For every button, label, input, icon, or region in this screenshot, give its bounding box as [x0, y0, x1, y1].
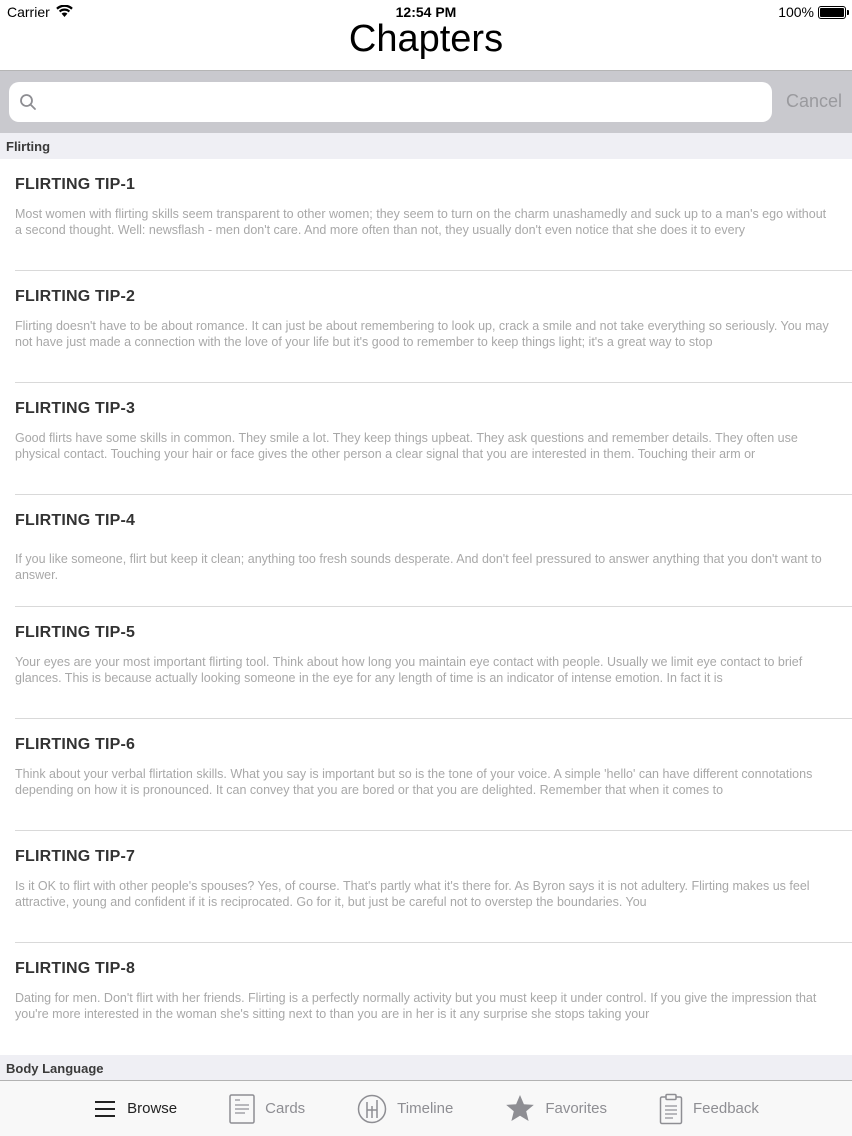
tab-label: Timeline — [397, 1100, 454, 1117]
list-item[interactable]: FLIRTING TIP-1 Most women with flirting … — [0, 159, 852, 271]
list-item[interactable]: FLIRTING TIP-5 Your eyes are your most i… — [0, 607, 852, 719]
navigation-bar: Chapters — [0, 18, 852, 71]
card-icon — [229, 1093, 255, 1124]
tab-bar: Browse Cards Timeline Favorites Feedback — [0, 1080, 852, 1136]
item-title: FLIRTING TIP-5 — [15, 624, 136, 641]
tab-timeline[interactable]: Timeline — [331, 1081, 479, 1136]
cancel-button[interactable]: Cancel — [786, 91, 842, 112]
list-item[interactable]: FLIRTING TIP-7 Is it OK to flirt with ot… — [0, 831, 852, 943]
tab-label: Favorites — [545, 1100, 607, 1117]
item-title: FLIRTING TIP-4 — [15, 512, 136, 529]
list-item[interactable]: FLIRTING TIP-4 If you like someone, flir… — [0, 495, 852, 607]
tab-browse[interactable]: Browse — [67, 1081, 203, 1136]
search-bar: Cancel — [0, 71, 852, 133]
item-title: FLIRTING TIP-2 — [15, 288, 136, 305]
list-icon — [93, 1099, 117, 1119]
list-item[interactable]: FLIRTING TIP-8 Dating for men. Don't fli… — [0, 943, 852, 1055]
tab-feedback[interactable]: Feedback — [633, 1081, 785, 1136]
item-title: FLIRTING TIP-7 — [15, 848, 136, 865]
battery-icon — [818, 5, 849, 19]
search-input[interactable] — [47, 84, 772, 120]
item-excerpt: Dating for men. Don't flirt with her fri… — [15, 991, 817, 1021]
star-icon — [505, 1094, 535, 1123]
list-item[interactable]: FLIRTING TIP-6 Think about your verbal f… — [0, 719, 852, 831]
item-title: FLIRTING TIP-3 — [15, 400, 136, 417]
item-excerpt: If you like someone, flirt but keep it c… — [15, 552, 822, 582]
search-icon — [9, 82, 47, 122]
item-excerpt: Your eyes are your most important flirti… — [15, 655, 803, 685]
tab-label: Feedback — [693, 1100, 759, 1117]
item-title: FLIRTING TIP-6 — [15, 736, 136, 753]
search-field[interactable] — [9, 82, 772, 122]
tab-label: Browse — [127, 1100, 178, 1117]
item-excerpt: Think about your verbal flirtation skill… — [15, 767, 813, 797]
page-title: Chapters — [348, 18, 504, 60]
item-title: FLIRTING TIP-1 — [15, 176, 136, 193]
item-excerpt: Is it OK to flirt with other people's sp… — [15, 879, 810, 909]
timeline-icon — [357, 1094, 387, 1124]
list-item[interactable]: FLIRTING TIP-2 Flirting doesn't have to … — [0, 271, 852, 383]
section-header-flirting: Flirting — [0, 133, 852, 159]
tab-cards[interactable]: Cards — [203, 1081, 331, 1136]
item-excerpt: Flirting doesn't have to be about romanc… — [15, 319, 829, 349]
item-excerpt: Good flirts have some skills in common. … — [15, 431, 798, 461]
list-item[interactable]: FLIRTING TIP-3 Good flirts have some ski… — [0, 383, 852, 495]
chapter-list[interactable]: Flirting FLIRTING TIP-1 Most women with … — [0, 133, 852, 1080]
section-header-body-language: Body Language — [0, 1055, 852, 1080]
item-excerpt: Most women with flirting skills seem tra… — [15, 207, 827, 237]
tab-label: Cards — [265, 1100, 306, 1117]
clipboard-icon — [659, 1093, 683, 1125]
tab-favorites[interactable]: Favorites — [479, 1081, 633, 1136]
item-title: FLIRTING TIP-8 — [15, 960, 136, 977]
